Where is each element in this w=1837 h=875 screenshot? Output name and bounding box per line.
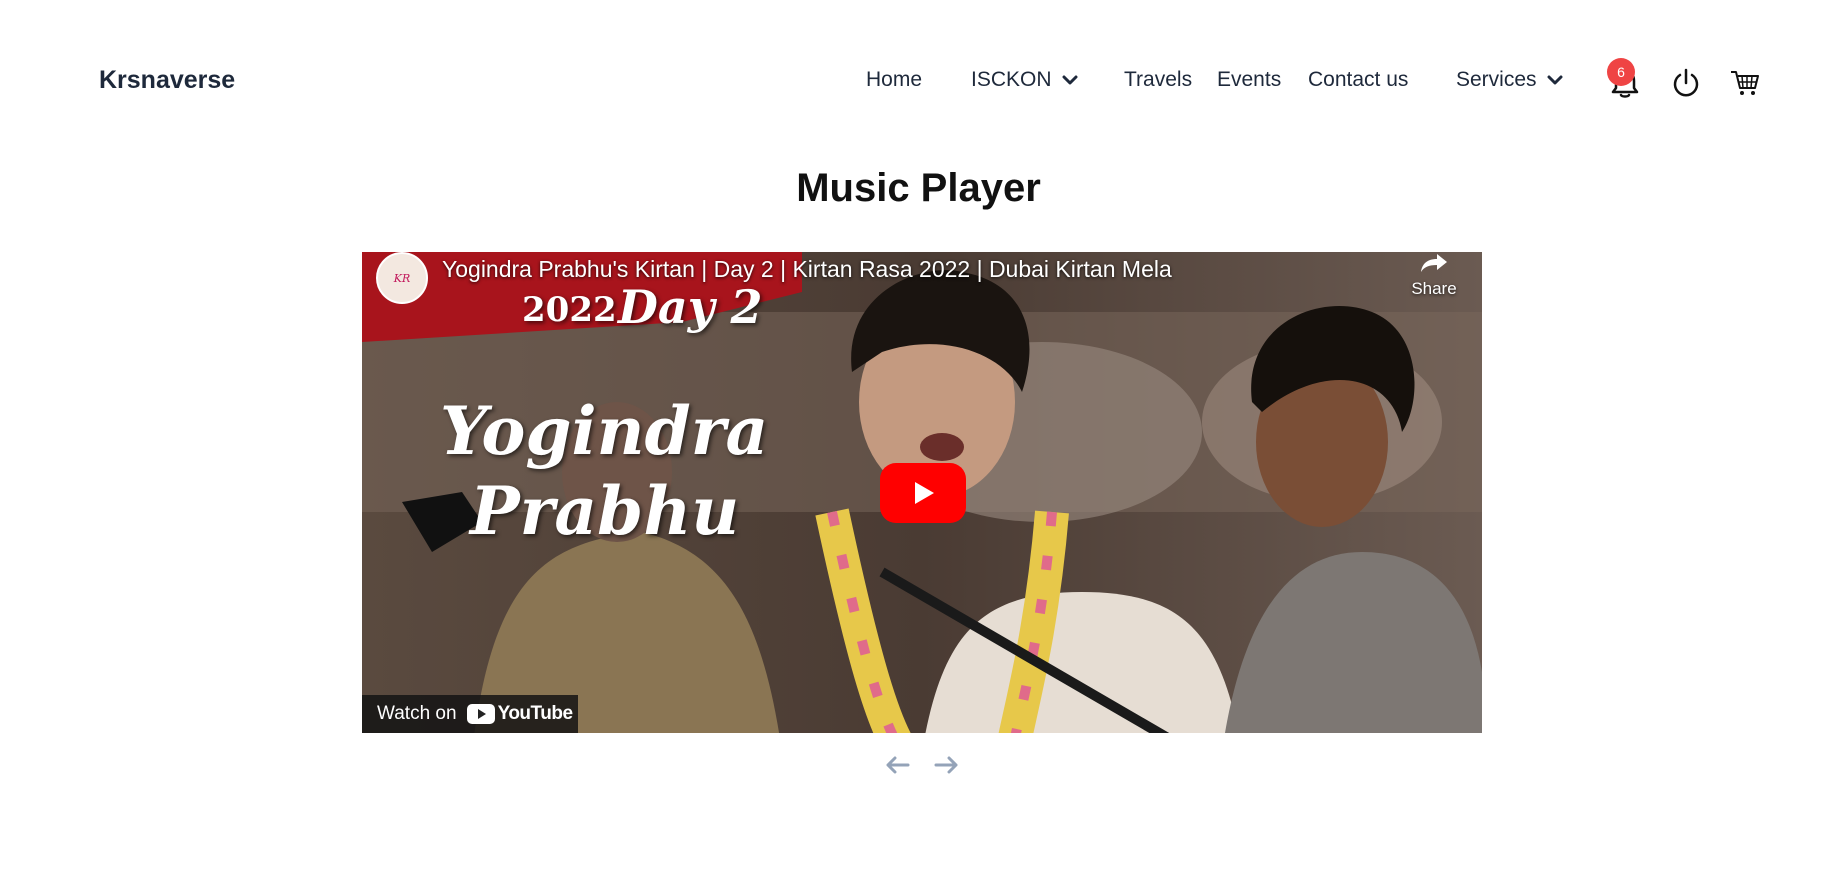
youtube-wordmark: YouTube: [497, 703, 573, 724]
youtube-icon: [466, 704, 495, 724]
play-button[interactable]: [880, 463, 966, 523]
video-player[interactable]: 2022 Day 2 Yogindra Prabhu KR Yogindra P…: [362, 252, 1482, 733]
play-icon: [915, 482, 934, 504]
nav-home[interactable]: Home: [866, 68, 922, 92]
nav-contact[interactable]: Contact us: [1308, 68, 1408, 92]
channel-avatar[interactable]: KR: [376, 252, 428, 304]
chevron-down-icon: [1547, 75, 1563, 85]
nav-contact-label: Contact us: [1308, 68, 1409, 91]
channel-logo-mark: KR: [393, 271, 411, 285]
watch-on-label: Watch on: [377, 703, 457, 724]
cart-icon[interactable]: [1728, 66, 1762, 100]
main-nav: Home ISCKON Travels Events Contact us Se…: [0, 68, 1837, 100]
thumbnail-name-line1: Yogindra: [440, 392, 769, 470]
nav-iskcon-label: ISCKON: [971, 68, 1052, 91]
thumbnail-year: 2022: [522, 290, 617, 330]
power-icon[interactable]: [1669, 66, 1703, 100]
chevron-down-icon: [1062, 75, 1078, 85]
nav-events-label: Events: [1217, 68, 1282, 91]
arrow-right-icon[interactable]: [932, 751, 960, 779]
nav-events[interactable]: Events: [1217, 68, 1281, 92]
page-title: Music Player: [796, 166, 1041, 210]
nav-home-label: Home: [866, 68, 923, 91]
video-title[interactable]: Yogindra Prabhu's Kirtan | Day 2 | Kirta…: [442, 256, 1172, 283]
share-label: Share: [1411, 279, 1457, 298]
share-icon: [1421, 254, 1447, 272]
nav-travels-label: Travels: [1124, 68, 1193, 91]
arrow-left-icon[interactable]: [884, 751, 912, 779]
notification-badge: 6: [1607, 58, 1635, 86]
nav-travels[interactable]: Travels: [1124, 68, 1192, 92]
youtube-logo: YouTube: [466, 703, 573, 725]
nav-iskcon[interactable]: ISCKON: [971, 68, 1078, 92]
player-pager: [884, 751, 960, 779]
thumbnail-day: Day 2: [618, 280, 763, 334]
share-button[interactable]: Share: [1404, 252, 1464, 299]
nav-services-label: Services: [1456, 68, 1537, 91]
nav-services[interactable]: Services: [1456, 68, 1563, 92]
watch-on-youtube-link[interactable]: Watch on YouTube: [362, 695, 578, 733]
thumbnail-name-line2: Prabhu: [470, 472, 740, 550]
